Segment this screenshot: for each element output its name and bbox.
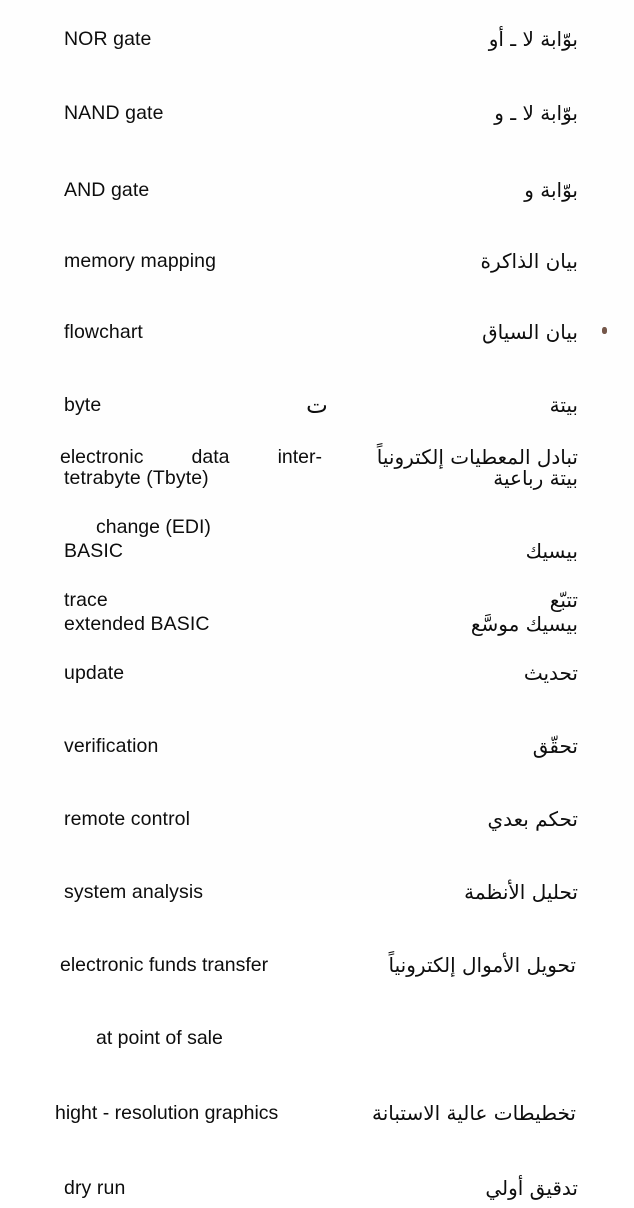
glossary-entry: AND gate بوّابة و <box>0 173 634 210</box>
glossary-entry: electronic data inter- تبادل المعطيات إل… <box>0 440 634 477</box>
glossary-entry-continuation: at point of sale <box>0 1021 634 1058</box>
glossary-entry: remote control تحكم بعدي <box>0 802 634 839</box>
english-term: electronic data inter- <box>60 446 322 468</box>
glossary-entry: update تحديث <box>0 656 634 693</box>
glossary-entry-continuation: change (EDI) <box>0 510 634 547</box>
arabic-term: تتبّع <box>549 588 578 612</box>
arabic-term: بوّابة لا ـ أو <box>488 27 578 51</box>
glossary-section-one: NOR gate بوّابة لا ـ أو NAND gate بوّابة… <box>0 22 634 636</box>
arabic-term: بيان السياق <box>482 320 578 344</box>
english-term: trace <box>64 589 108 611</box>
english-term: system analysis <box>64 881 204 903</box>
scan-artifact-speck <box>602 327 607 334</box>
glossary-entry: NOR gate بوّابة لا ـ أو <box>0 22 634 59</box>
arabic-term: بيان الذاكرة <box>480 249 578 273</box>
glossary-section-two: electronic data inter- تبادل المعطيات إل… <box>0 440 634 1200</box>
glossary-entry: dry run تدقيق أولي <box>0 1171 634 1208</box>
arabic-term: تحكم بعدي <box>487 807 578 831</box>
glossary-entry: verification تحقّق <box>0 729 634 766</box>
english-term-continuation: change (EDI) <box>96 516 211 538</box>
arabic-term: تحليل الأنظمة <box>464 880 578 904</box>
glossary-entry: flowchart بيان السياق <box>0 315 634 352</box>
arabic-term: تحديث <box>523 661 578 685</box>
english-term: hight - resolution graphics <box>55 1102 279 1124</box>
english-term: verification <box>64 735 159 757</box>
arabic-term: تحويل الأموال إلكترونياً <box>388 953 576 977</box>
english-term: flowchart <box>64 321 143 343</box>
arabic-term: تبادل المعطيات إلكترونياً <box>376 445 578 469</box>
section-letter-heading: ت <box>306 393 328 419</box>
english-term-continuation: at point of sale <box>96 1027 223 1049</box>
arabic-term: بوّابة و <box>524 178 578 202</box>
english-term: AND gate <box>64 179 150 201</box>
glossary-entry: NAND gate بوّابة لا ـ و <box>0 96 634 133</box>
english-term: electronic funds transfer <box>60 954 269 976</box>
arabic-term: تحقّق <box>532 734 578 758</box>
arabic-term: تخطيطات عالية الاستبانة <box>371 1101 576 1125</box>
english-term: memory mapping <box>64 250 217 272</box>
english-term: update <box>64 662 125 684</box>
glossary-entry: electronic funds transfer تحويل الأموال … <box>0 948 634 985</box>
english-term: NAND gate <box>64 102 164 124</box>
glossary-entry: memory mapping بيان الذاكرة <box>0 244 634 281</box>
english-term: dry run <box>64 1177 126 1199</box>
english-term: remote control <box>64 808 191 830</box>
english-term: NOR gate <box>64 28 152 50</box>
glossary-entry: trace تتبّع <box>0 583 634 620</box>
arabic-term: بوّابة لا ـ و <box>494 101 578 125</box>
scanned-page: NOR gate بوّابة لا ـ أو NAND gate بوّابة… <box>0 0 634 1200</box>
glossary-entry: system analysis تحليل الأنظمة <box>0 875 634 912</box>
arabic-term: تدقيق أولي <box>485 1176 578 1200</box>
glossary-entry: hight - resolution graphics تخطيطات عالي… <box>0 1096 634 1133</box>
